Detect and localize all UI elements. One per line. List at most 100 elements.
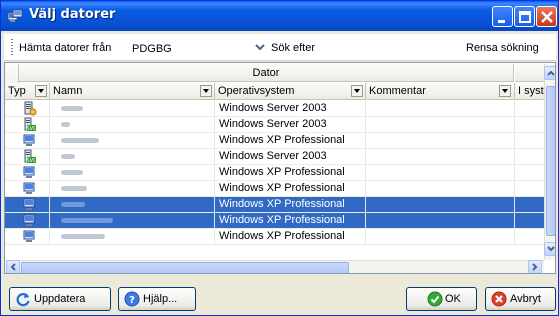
name-cell — [50, 229, 215, 244]
redacted-name — [61, 170, 83, 175]
in-system-cell — [515, 117, 545, 132]
search-input[interactable] — [328, 38, 460, 57]
comment-cell — [366, 197, 515, 212]
cancel-icon — [491, 291, 507, 307]
in-system-cell — [515, 197, 545, 212]
name-cell — [50, 197, 215, 212]
help-icon: ? — [124, 291, 140, 307]
column-header-name[interactable]: Namn — [50, 83, 215, 100]
type-cell — [5, 101, 50, 116]
comment-cell — [366, 213, 515, 228]
redacted-name — [61, 138, 99, 143]
filter-icon[interactable] — [200, 85, 212, 97]
comment-cell — [366, 181, 515, 196]
filter-icon[interactable] — [351, 85, 363, 97]
filter-icon[interactable] — [499, 85, 511, 97]
name-cell — [50, 181, 215, 196]
close-button[interactable] — [536, 6, 557, 27]
os-cell: Windows Server 2003 — [215, 117, 366, 132]
os-cell: Windows XP Professional — [215, 181, 366, 196]
window-title: Välj datorer — [29, 7, 116, 22]
maximize-icon — [519, 11, 531, 23]
group-header-filler — [515, 64, 545, 82]
table-row[interactable]: Windows XP Professional — [5, 181, 555, 197]
table-row[interactable]: Windows XP Professional — [5, 229, 555, 245]
comment-cell — [366, 117, 515, 132]
chevron-up-icon — [547, 70, 555, 76]
scroll-right-button[interactable] — [528, 260, 542, 273]
table-row[interactable]: SVC Windows Server 2003 — [5, 117, 555, 133]
os-cell: Windows Server 2003 — [215, 149, 366, 164]
refresh-icon — [16, 293, 30, 307]
os-cell: Windows XP Professional — [215, 133, 366, 148]
os-cell: Windows XP Professional — [215, 165, 366, 180]
redacted-name — [61, 218, 113, 223]
help-button[interactable]: ? Hjälp... — [118, 287, 196, 311]
help-label: Hjälp... — [143, 293, 178, 305]
os-cell: Windows Server 2003 — [215, 101, 366, 116]
maximize-button[interactable] — [514, 6, 535, 27]
horizontal-scroll-thumb[interactable] — [21, 262, 349, 273]
table-row[interactable]: Windows XP Professional — [5, 197, 555, 213]
toolbar-grip[interactable] — [11, 39, 13, 56]
in-system-cell — [515, 229, 545, 244]
column-header-type[interactable]: Typ — [5, 83, 50, 100]
filter-icon[interactable] — [35, 85, 47, 97]
table-row[interactable]: Windows Server 2003 — [5, 101, 555, 117]
os-cell: Windows XP Professional — [215, 213, 366, 228]
check-icon — [427, 291, 443, 307]
name-cell — [50, 117, 215, 132]
type-cell — [5, 133, 50, 148]
column-header-in-system[interactable]: I syst — [515, 83, 545, 100]
name-cell — [50, 165, 215, 180]
in-system-cell — [515, 101, 545, 116]
name-cell — [50, 133, 215, 148]
in-system-cell — [515, 149, 545, 164]
table-row[interactable]: Windows XP Professional — [5, 213, 555, 229]
toolbar: Hämta datorer från Sök efter Rensa sökni… — [4, 34, 556, 61]
comment-cell — [366, 133, 515, 148]
title-bar[interactable]: Välj datorer — [1, 1, 558, 31]
refresh-label: Uppdatera — [34, 293, 86, 305]
column-header-comment[interactable]: Kommentar — [366, 83, 515, 100]
column-header-os[interactable]: Operativsystem — [215, 83, 366, 100]
comment-cell — [366, 101, 515, 116]
redacted-name — [61, 106, 83, 111]
type-cell — [5, 229, 50, 244]
horizontal-scrollbar[interactable] — [5, 260, 544, 273]
refresh-button[interactable]: Uppdatera — [9, 287, 111, 311]
ok-label: OK — [445, 293, 461, 305]
source-computer-field[interactable] — [128, 38, 248, 57]
group-header-computer: Dator — [19, 64, 514, 82]
vertical-scrollbar[interactable] — [544, 64, 555, 260]
cancel-button[interactable]: Avbryt — [485, 287, 556, 311]
in-system-cell — [515, 165, 545, 180]
source-label: Hämta datorer från — [19, 42, 112, 54]
chevron-down-icon[interactable] — [254, 41, 266, 53]
comment-cell — [366, 229, 515, 244]
clear-search-button[interactable]: Rensa sökning — [466, 42, 539, 54]
name-cell — [50, 101, 215, 116]
computers-icon — [7, 9, 23, 22]
scroll-left-button[interactable] — [6, 260, 20, 273]
type-cell — [5, 149, 50, 164]
table-row[interactable]: Windows XP Professional — [5, 165, 555, 181]
scroll-up-button[interactable] — [544, 66, 555, 80]
computer-grid: Dator Typ Namn Operativsystem Kommentar … — [4, 62, 556, 274]
name-cell — [50, 213, 215, 228]
comment-cell — [366, 165, 515, 180]
chevron-right-icon — [532, 263, 538, 271]
chevron-down-icon — [547, 246, 555, 252]
vertical-scroll-thumb[interactable] — [546, 86, 555, 236]
os-cell: Windows XP Professional — [215, 197, 366, 212]
in-system-cell — [515, 213, 545, 228]
minimize-button[interactable] — [492, 6, 513, 27]
type-cell — [5, 181, 50, 196]
ok-button[interactable]: OK — [406, 287, 477, 311]
redacted-name — [61, 154, 75, 159]
table-row[interactable]: Windows XP Professional — [5, 133, 555, 149]
redacted-name — [61, 122, 70, 127]
table-row[interactable]: SVC Windows Server 2003 — [5, 149, 555, 165]
type-cell — [5, 197, 50, 212]
scroll-down-button[interactable] — [544, 242, 555, 256]
